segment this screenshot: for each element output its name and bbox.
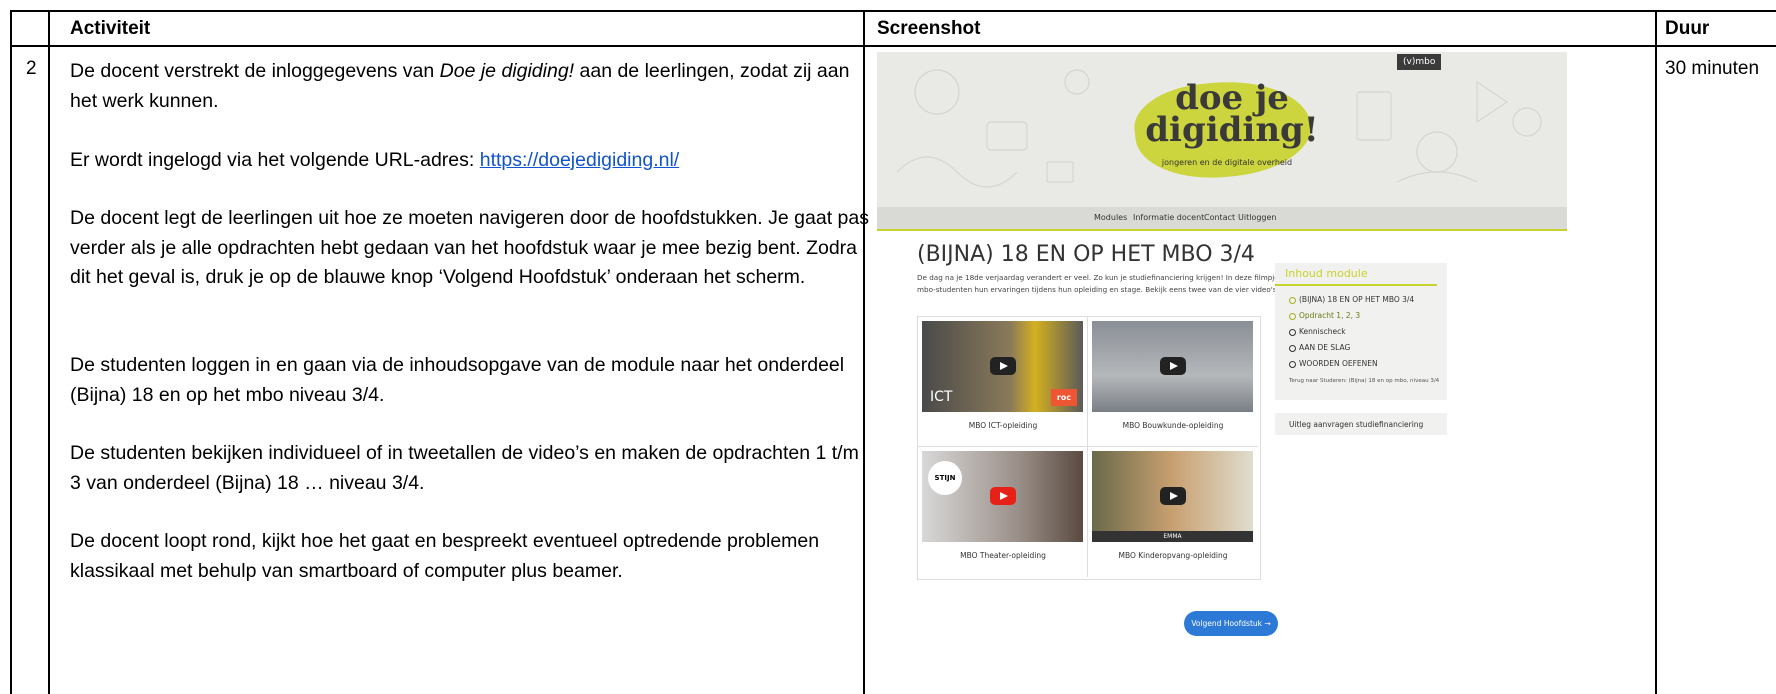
duration-value: 30 minuten [1665, 58, 1760, 79]
play-icon[interactable] [1160, 487, 1186, 505]
sidebar-item-label: AAN DE SLAG [1299, 343, 1351, 352]
video-caption: MBO Kinderopvang-opleiding [1118, 551, 1228, 560]
bullet-icon [1289, 344, 1296, 352]
paragraph-1: De docent verstrekt de inloggegevens van… [70, 57, 870, 116]
row-number: 2 [26, 58, 37, 79]
video-card[interactable]: EMMA MBO Kinderopvang-opleiding [1088, 447, 1258, 577]
p1-text-a: De docent verstrekt de inloggegevens van [70, 60, 440, 82]
sidebar-item[interactable]: Opdracht 1, 2, 3 [1289, 311, 1360, 320]
bullet-icon [1289, 312, 1296, 320]
logo-subtitle: jongeren en de digitale overheid [1161, 158, 1293, 167]
nav-uitloggen[interactable]: Uitloggen [1238, 213, 1276, 222]
sidebar-back-link[interactable]: Terug naar Studeren: (Bijna) 18 en op mb… [1289, 378, 1439, 384]
next-chapter-button[interactable]: Volgend Hoofdstuk → [1184, 611, 1278, 636]
video-overlay-text: EMMA [1092, 531, 1253, 542]
header-screenshot: Screenshot [877, 18, 981, 39]
paragraph-2: Er wordt ingelogd via het volgende URL-a… [70, 146, 870, 176]
video-overlay-text: STIJN [928, 461, 962, 495]
url-link[interactable]: https://doejedigiding.nl/ [480, 149, 679, 171]
sidebar-underline [1275, 284, 1437, 286]
p2-text: Er wordt ingelogd via het volgende URL-a… [70, 149, 480, 171]
video-card[interactable]: MBO Bouwkunde-opleiding [1088, 317, 1258, 447]
hero-banner: (v)mbo doe je digiding! jongeren en de di… [877, 52, 1567, 207]
header-divider [10, 45, 1776, 47]
nav-contact[interactable]: Contact [1204, 213, 1235, 222]
header-duur: Duur [1665, 18, 1710, 39]
nav-informatie-docent[interactable]: Informatie docent [1133, 213, 1204, 222]
logo-line-2: digiding! [1145, 110, 1319, 150]
video-thumbnail[interactable]: EMMA [1092, 451, 1253, 542]
website-screenshot: (v)mbo doe je digiding! jongeren en de di… [877, 52, 1567, 694]
p1-italic: Doe je digiding! [439, 60, 575, 82]
page-title: (BIJNA) 18 EN OP HET MBO 3/4 [917, 242, 1255, 267]
sidebar-item-label: Kennischeck [1299, 327, 1346, 336]
paragraph-6: De docent loopt rond, kijkt hoe het gaat… [70, 530, 820, 582]
module-sidebar: Inhoud module (BIJNA) 18 EN OP HET MBO 3… [1275, 263, 1447, 400]
sidebar-item[interactable]: WOORDEN OEFENEN [1289, 359, 1378, 368]
sidebar-item-label: Opdracht 1, 2, 3 [1299, 311, 1361, 320]
site-navbar: Modules Informatie docent Contact Uitlog… [877, 207, 1567, 231]
studiefinanciering-link[interactable]: Uitleg aanvragen studiefinanciering [1289, 420, 1423, 429]
header-activiteit: Activiteit [70, 18, 151, 39]
sidebar-item-label: (BIJNA) 18 EN OP HET MBO 3/4 [1299, 295, 1415, 304]
roc-logo: roc [1050, 389, 1077, 406]
nav-modules[interactable]: Modules [1094, 213, 1127, 222]
table-divider [1655, 10, 1657, 694]
video-overlay-text: ICT [930, 389, 953, 405]
sidebar-item[interactable]: Kennischeck [1289, 327, 1346, 336]
video-thumbnail[interactable] [1092, 321, 1253, 412]
paragraph-5: De studenten bekijken individueel of in … [70, 442, 859, 494]
bullet-icon [1289, 360, 1296, 368]
play-icon[interactable] [1160, 357, 1186, 375]
studiefinanciering-link-box[interactable]: Uitleg aanvragen studiefinanciering [1275, 413, 1447, 435]
paragraph-3: De docent legt de leerlingen uit hoe ze … [70, 207, 869, 288]
video-thumbnail[interactable]: ICT roc [922, 321, 1083, 412]
vmbo-badge[interactable]: (v)mbo [1397, 54, 1442, 70]
bullet-icon [1289, 296, 1296, 304]
paragraph-4: De studenten loggen in en gaan via de in… [70, 354, 845, 406]
sidebar-item-label: WOORDEN OEFENEN [1299, 359, 1378, 368]
page-description: De dag na je 18de verjaardag verandert e… [917, 273, 1305, 294]
video-card[interactable]: STIJN MBO Theater-opleiding [918, 447, 1088, 577]
video-grid: ICT roc MBO ICT-opleiding MBO Bouwkunde-… [917, 316, 1261, 580]
sidebar-item[interactable]: AAN DE SLAG [1289, 343, 1350, 352]
play-icon[interactable] [990, 487, 1016, 505]
play-icon[interactable] [990, 357, 1016, 375]
sidebar-item[interactable]: (BIJNA) 18 EN OP HET MBO 3/4 [1289, 295, 1414, 304]
site-logo[interactable]: doe je digiding! [1142, 81, 1322, 147]
table-divider [48, 10, 50, 694]
video-caption: MBO Bouwkunde-opleiding [1122, 421, 1224, 430]
video-caption: MBO ICT-opleiding [968, 421, 1038, 430]
sidebar-heading: Inhoud module [1285, 267, 1368, 280]
video-thumbnail[interactable]: STIJN [922, 451, 1083, 542]
video-caption: MBO Theater-opleiding [960, 551, 1046, 560]
video-card[interactable]: ICT roc MBO ICT-opleiding [918, 317, 1088, 447]
bullet-icon [1289, 328, 1296, 336]
